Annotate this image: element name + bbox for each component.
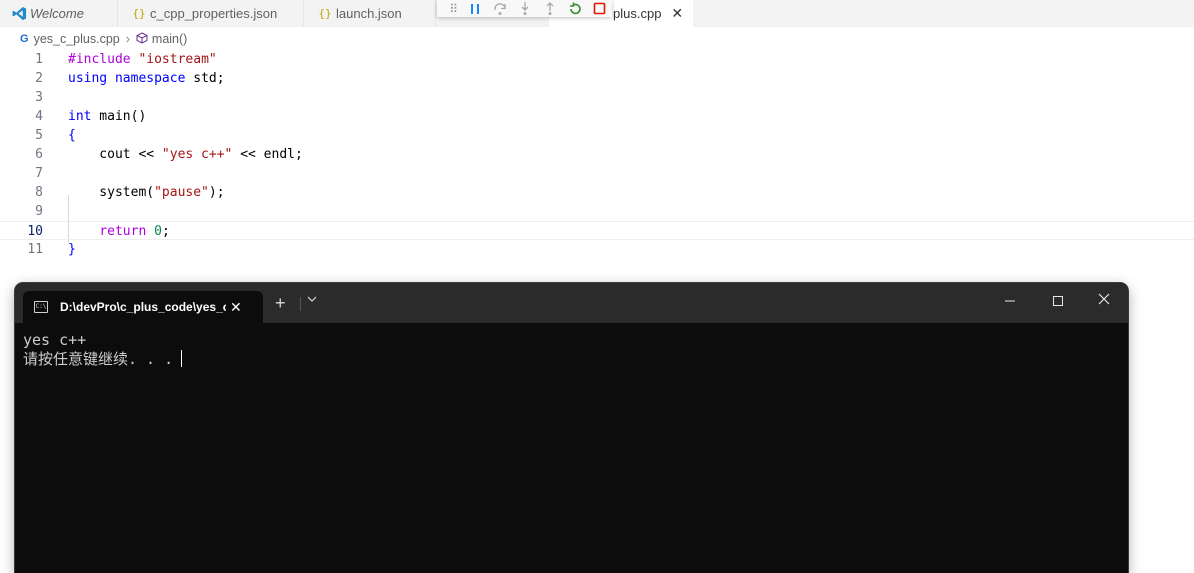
code-line[interactable]: 10 return 0; [0,221,1194,240]
code-token: int [68,109,92,124]
terminal-tab-title: D:\devPro\c_plus_code\yes_c_ [60,300,226,314]
code-token: using [68,71,108,86]
code-token: ; [161,224,170,239]
terminal-line: yes c++ [23,331,87,349]
line-number: 7 [35,166,43,181]
code-line[interactable]: 7 [0,164,1194,183]
editor-tab-bar: Welcome {} c_cpp_properties.json {} laun… [0,0,1194,27]
debug-toolbar: ⠿ [437,0,612,17]
line-number: 3 [35,90,43,105]
tab-c-cpp-properties[interactable]: {} c_cpp_properties.json [118,0,304,27]
drag-handle-icon[interactable]: ⠿ [445,0,462,17]
terminal-line: 请按任意键继续. . . [23,350,183,369]
tab-label: launch.json [336,6,402,21]
code-token: 0 [154,224,162,239]
tab-label: Welcome [30,6,84,21]
line-number: 11 [27,242,43,257]
pause-icon[interactable] [462,0,487,17]
code-token: "pause" [154,185,209,200]
terminal-output[interactable]: yes c++ 请按任意键继续. . . [23,331,183,369]
code-text: system("pause"); [68,183,225,202]
code-line[interactable]: 3 [0,88,1194,107]
code-line[interactable]: 5{ [0,126,1194,145]
code-line[interactable]: 8 system("pause"); [0,183,1194,202]
close-tab-icon[interactable]: ✕ [671,5,683,22]
line-number: 4 [35,109,43,124]
code-token: namespace [114,71,186,86]
code-token: system( [68,185,155,200]
line-number: 1 [35,52,43,67]
code-line[interactable]: 1 #include "iostream" [0,50,1194,69]
terminal-tab[interactable]: C:\ D:\devPro\c_plus_code\yes_c_ ✕ [23,291,263,323]
restart-icon[interactable] [562,0,587,17]
code-text: { [68,126,76,145]
code-text: int main() [68,107,146,126]
code-editor[interactable]: 1 #include "iostream" 2 using namespace std… [0,50,1194,260]
method-cube-icon [136,31,148,47]
vscode-logo-icon [8,6,30,21]
code-token: main() [91,109,147,124]
step-over-icon[interactable] [487,0,512,17]
step-out-icon[interactable] [537,0,562,17]
command-prompt-icon: C:\ [34,301,48,313]
code-line[interactable]: 11} [0,240,1194,259]
code-token: { [68,128,76,143]
tab-launch-json[interactable]: {} launch.json [304,0,436,27]
close-window-icon[interactable] [1094,291,1114,311]
code-line[interactable]: 9 [0,202,1194,221]
new-tab-icon[interactable]: + [275,294,286,312]
line-number: 10 [27,224,43,239]
code-token: ); [208,185,225,200]
code-line[interactable]: 4 int main() [0,107,1194,126]
divider [300,297,301,311]
step-into-icon[interactable] [512,0,537,17]
chevron-right-icon: › [125,32,130,46]
code-line[interactable]: 2 using namespace std; [0,69,1194,88]
terminal-line-text: 请按任意键继续. . . [23,350,174,368]
code-text: return 0; [68,222,170,241]
json-braces-icon: {} [132,7,146,20]
json-braces-icon: {} [318,7,332,20]
code-token: cout << [68,147,162,162]
breadcrumb: G yes_c_plus.cpp › main() [20,30,187,48]
maximize-icon[interactable] [1048,294,1068,310]
line-number: 9 [35,204,43,219]
code-line[interactable]: 6 cout << "yes c++" << endl; [0,145,1194,164]
terminal-titlebar: C:\ D:\devPro\c_plus_code\yes_c_ ✕ + [15,283,1128,323]
stop-icon[interactable] [587,0,612,17]
code-token: #include [68,52,139,67]
minimize-icon[interactable] [1000,294,1020,310]
line-number: 8 [35,185,43,200]
cpp-file-icon: G [20,33,29,45]
code-text: } [68,240,76,259]
code-text: #include "iostream" [68,50,217,69]
close-tab-icon[interactable]: ✕ [230,299,242,316]
tab-label: c_cpp_properties.json [150,6,278,21]
tab-welcome[interactable]: Welcome [0,0,118,27]
code-text: cout << "yes c++" << endl; [68,145,303,164]
code-token: "iostream" [138,52,217,67]
line-number: 6 [35,147,43,162]
tab-label: plus.cpp [613,6,662,21]
chevron-down-icon[interactable] [307,294,317,306]
breadcrumb-symbol[interactable]: main() [152,32,187,46]
code-token: } [68,242,76,257]
code-text: using namespace std; [68,69,225,88]
text-cursor [181,350,183,367]
line-number: 5 [35,128,43,143]
code-token: << endl; [232,147,303,162]
line-number: 2 [35,71,43,86]
breadcrumb-file[interactable]: yes_c_plus.cpp [34,32,120,46]
terminal-window: C:\ D:\devPro\c_plus_code\yes_c_ ✕ + yes… [15,283,1128,573]
code-token: std; [185,71,225,86]
code-token: return [99,224,147,239]
code-token: "yes c++" [161,147,233,162]
